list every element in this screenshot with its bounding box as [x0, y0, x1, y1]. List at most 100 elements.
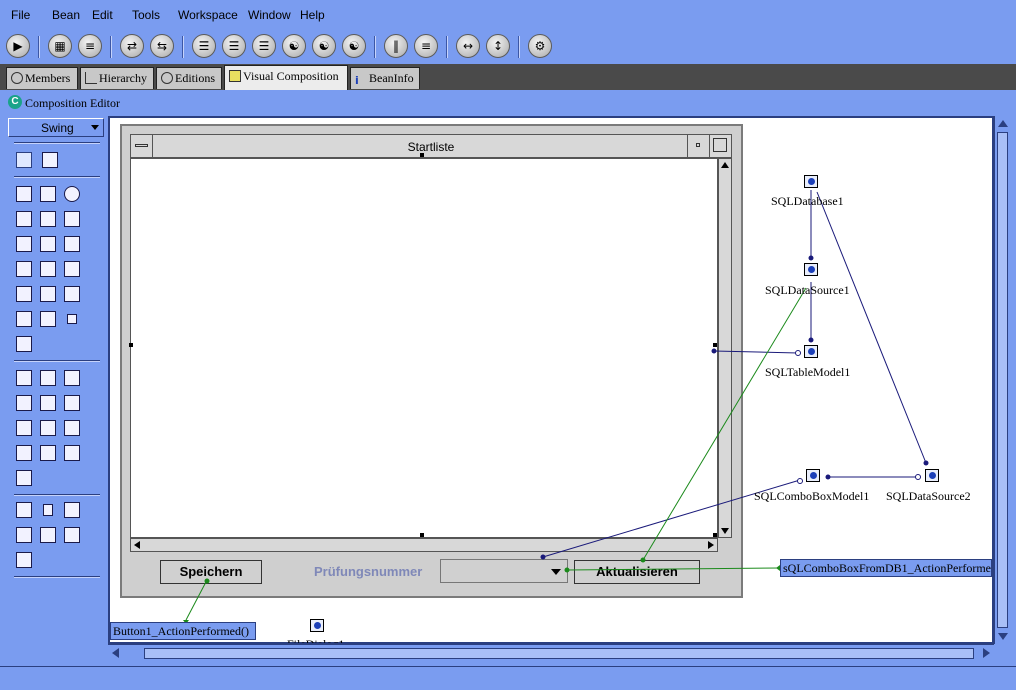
menuseparator-bean-icon[interactable] — [16, 552, 32, 568]
progressbar-bean-icon[interactable] — [16, 336, 32, 352]
tab-visual-composition[interactable]: Visual Composition — [224, 65, 348, 90]
match-width-icon[interactable]: ↔ — [456, 34, 480, 58]
choose-bean-icon[interactable] — [42, 152, 58, 168]
bean-label[interactable]: SQLDataSource2 — [886, 489, 971, 504]
togglebutton-bean-icon[interactable] — [16, 211, 32, 227]
filedialog-icon[interactable] — [310, 619, 324, 632]
distribute-v-icon[interactable]: ≡ — [414, 34, 438, 58]
menu-tools[interactable]: Tools — [132, 8, 160, 22]
match-height-icon[interactable]: ↕ — [486, 34, 510, 58]
bean-label[interactable]: SQLDatabase1 — [771, 194, 844, 209]
scrollpane-bean-icon[interactable] — [40, 370, 56, 386]
popupmenu-bean-icon[interactable] — [64, 502, 80, 518]
frame-bean-icon[interactable] — [16, 445, 32, 461]
bean-label[interactable]: SQLTableModel1 — [765, 365, 850, 380]
tab-members[interactable]: Members — [6, 67, 78, 89]
scroll-down-icon[interactable] — [721, 528, 729, 534]
pruefungsnummer-combobox[interactable] — [440, 559, 568, 583]
palette-category-select[interactable]: Swing — [8, 118, 104, 137]
datasource-icon[interactable] — [804, 263, 818, 276]
bean-label[interactable]: SQLComboBoxModel1 — [754, 489, 869, 504]
properties-icon[interactable]: ⚙ — [528, 34, 552, 58]
checkmenu-bean-icon[interactable] — [40, 527, 56, 543]
import-icon[interactable]: ⇄ — [120, 34, 144, 58]
comboboxmodel-icon[interactable] — [806, 469, 820, 482]
splitpane-bean-icon[interactable] — [64, 370, 80, 386]
datasource-icon[interactable] — [925, 469, 939, 482]
bean-label[interactable]: FileDialog1 — [287, 637, 344, 643]
window-bean-icon[interactable] — [64, 445, 80, 461]
scrollbar-bean-icon[interactable] — [16, 261, 32, 277]
tree-bean-icon[interactable] — [16, 286, 32, 302]
table-bean-icon[interactable] — [40, 286, 56, 302]
menu-window[interactable]: Window — [248, 8, 291, 22]
scroll-right-icon[interactable] — [708, 541, 714, 549]
editorpane-bean-icon[interactable] — [40, 395, 56, 411]
distribute-h-icon[interactable]: ‖ — [384, 34, 408, 58]
database-icon[interactable] — [804, 175, 818, 188]
save-button[interactable]: Speichern — [160, 560, 262, 584]
table-vertical-scrollbar[interactable] — [718, 158, 732, 538]
align-top-icon[interactable]: ☯ — [282, 34, 306, 58]
passwordfield-bean-icon[interactable] — [40, 236, 56, 252]
menu-help[interactable]: Help — [300, 8, 325, 22]
class-browser-icon[interactable]: ▦ — [48, 34, 72, 58]
list-bean-icon[interactable] — [40, 261, 56, 277]
canvas-vertical-scrollbar[interactable] — [994, 116, 1010, 644]
align-right-icon[interactable]: ☰ — [252, 34, 276, 58]
align-bottom-icon[interactable]: ☯ — [342, 34, 366, 58]
minimize-icon[interactable] — [687, 135, 709, 157]
menuitem-bean-icon[interactable] — [43, 504, 53, 516]
scroll-left-icon[interactable] — [112, 648, 119, 658]
menubar-bean-icon[interactable] — [16, 311, 32, 327]
tab-editions[interactable]: Editions — [156, 67, 222, 89]
slider-bean-icon[interactable] — [64, 211, 80, 227]
radio-bean-icon[interactable] — [64, 186, 80, 202]
table-scrollpane[interactable] — [130, 158, 718, 538]
hierarchy-icon[interactable]: ≡ — [78, 34, 102, 58]
menu-bean[interactable]: Bean — [52, 8, 80, 22]
scroll-down-icon[interactable] — [998, 633, 1008, 640]
method-combobox-actionperformed[interactable]: sQLComboBoxFromDB1_ActionPerformed() — [780, 559, 992, 577]
scroll-thumb[interactable] — [997, 132, 1008, 628]
tab-hierarchy[interactable]: Hierarchy — [80, 67, 154, 89]
toolbar-bean-icon[interactable] — [40, 311, 56, 327]
canvas-horizontal-scrollbar[interactable] — [108, 644, 994, 662]
maximize-icon[interactable] — [709, 135, 731, 157]
align-center-icon[interactable]: ☰ — [222, 34, 246, 58]
scroll-left-icon[interactable] — [134, 541, 140, 549]
layeredpane-bean-icon[interactable] — [64, 420, 80, 436]
textpane-bean-icon[interactable] — [64, 395, 80, 411]
applet-bean-icon[interactable] — [16, 470, 32, 486]
selection-arrow-icon[interactable] — [16, 152, 32, 168]
radiomenu-bean-icon[interactable] — [64, 527, 80, 543]
menu-bean-icon[interactable] — [16, 502, 32, 518]
bean-label[interactable]: SQLDataSource1 — [765, 283, 850, 298]
scroll-right-icon[interactable] — [983, 648, 990, 658]
scroll-thumb[interactable] — [144, 648, 974, 659]
button-bean-icon[interactable] — [16, 186, 32, 202]
run-icon[interactable]: ▶ — [6, 34, 30, 58]
textfield-bean-icon[interactable] — [16, 236, 32, 252]
textarea-bean-icon[interactable] — [64, 236, 80, 252]
method-button1-actionperformed[interactable]: Button1_ActionPerformed() — [110, 622, 256, 640]
table-horizontal-scrollbar[interactable] — [130, 538, 718, 552]
startliste-frame[interactable]: Startliste Speichern Prüfungsnummer Aktu… — [120, 124, 743, 598]
export-icon[interactable]: ⇆ — [150, 34, 174, 58]
combobox-bean-icon[interactable] — [64, 261, 80, 277]
align-middle-icon[interactable]: ☯ — [312, 34, 336, 58]
dialog-bean-icon[interactable] — [40, 445, 56, 461]
tab-beaninfo[interactable]: i BeanInfo — [350, 67, 420, 89]
refresh-button[interactable]: Aktualisieren — [574, 560, 700, 584]
desktoppane-bean-icon[interactable] — [16, 420, 32, 436]
scroll-up-icon[interactable] — [721, 162, 729, 168]
menu-edit[interactable]: Edit — [92, 8, 113, 22]
menu-file[interactable]: File — [11, 8, 30, 22]
menu-workspace[interactable]: Workspace — [178, 8, 238, 22]
internalframe-bean-icon[interactable] — [40, 420, 56, 436]
align-left-icon[interactable]: ☰ — [192, 34, 216, 58]
panel-bean-icon[interactable] — [16, 370, 32, 386]
tabbedpane-bean-icon[interactable] — [16, 395, 32, 411]
scroll-up-icon[interactable] — [998, 120, 1008, 127]
checkboxmenuitem-bean-icon[interactable] — [16, 527, 32, 543]
